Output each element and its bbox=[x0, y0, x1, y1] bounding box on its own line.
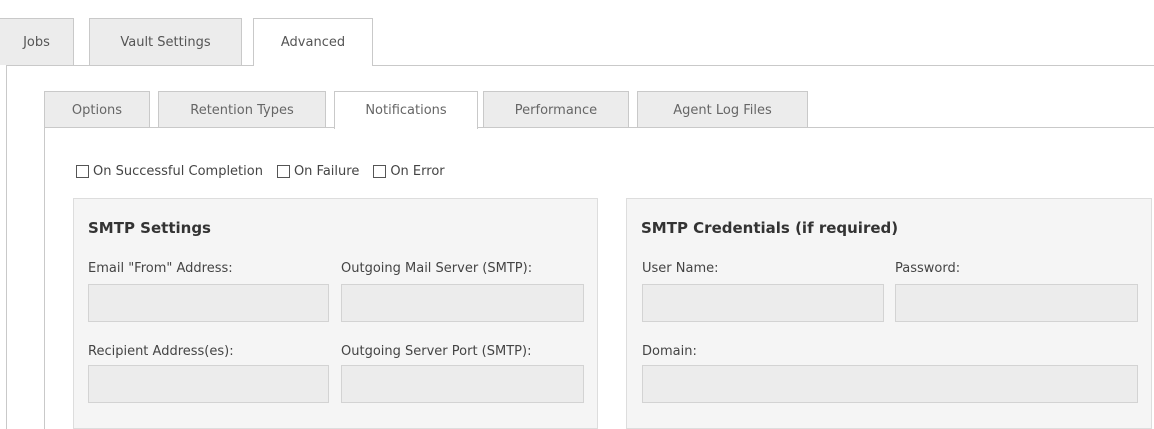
inner-tab-divider bbox=[44, 127, 1154, 128]
inner-content-border bbox=[44, 127, 45, 429]
mail-server-field[interactable] bbox=[341, 284, 584, 322]
password-label: Password: bbox=[895, 261, 961, 276]
email-from-field[interactable] bbox=[88, 284, 329, 322]
tab-notifications[interactable]: Notifications bbox=[334, 91, 478, 129]
outer-tab-divider bbox=[6, 65, 1154, 66]
checkbox-box[interactable] bbox=[276, 164, 290, 178]
checkbox-box[interactable] bbox=[76, 164, 89, 178]
domain-field[interactable] bbox=[642, 365, 1138, 403]
username-label: User Name: bbox=[642, 261, 719, 276]
checkbox-label: On Error bbox=[390, 163, 445, 179]
password-field[interactable] bbox=[895, 284, 1138, 322]
vault-settings-page: Jobs Vault Settings Advanced Options Ret… bbox=[0, 0, 1154, 429]
recipients-label: Recipient Address(es): bbox=[88, 344, 234, 359]
tab-agent-log-files[interactable]: Agent Log Files bbox=[637, 91, 808, 128]
checkbox-label: On Failure bbox=[293, 163, 360, 179]
tab-performance[interactable]: Performance bbox=[483, 91, 629, 128]
tab-options[interactable]: Options bbox=[44, 91, 150, 128]
server-port-label: Outgoing Server Port (SMTP): bbox=[341, 344, 532, 359]
username-field[interactable] bbox=[642, 284, 884, 322]
checkbox-label: On Successful Completion bbox=[93, 163, 263, 179]
smtp-credentials-panel: SMTP Credentials (if required) User Name… bbox=[626, 198, 1152, 429]
mail-server-label: Outgoing Mail Server (SMTP): bbox=[341, 261, 533, 276]
domain-label: Domain: bbox=[642, 344, 697, 359]
checkbox-box[interactable] bbox=[373, 164, 387, 178]
recipients-field[interactable] bbox=[88, 365, 329, 403]
outer-tab-strip: Jobs Vault Settings Advanced bbox=[0, 0, 1154, 66]
on-error-checkbox[interactable]: On Error bbox=[373, 163, 445, 179]
on-failure-checkbox[interactable]: On Failure bbox=[276, 163, 360, 179]
server-port-field[interactable] bbox=[341, 365, 584, 403]
on-successful-completion-checkbox[interactable]: On Successful Completion bbox=[76, 164, 263, 179]
tab-jobs[interactable]: Jobs bbox=[0, 18, 74, 65]
tab-advanced[interactable]: Advanced bbox=[253, 18, 373, 66]
email-from-label: Email "From" Address: bbox=[88, 261, 233, 276]
smtp-settings-panel: SMTP Settings Email "From" Address: Outg… bbox=[73, 198, 598, 429]
tab-vault-settings[interactable]: Vault Settings bbox=[89, 18, 242, 65]
smtp-credentials-title: SMTP Credentials (if required) bbox=[641, 219, 899, 237]
smtp-settings-title: SMTP Settings bbox=[88, 219, 211, 237]
tab-retention-types[interactable]: Retention Types bbox=[158, 91, 326, 128]
outer-content-border bbox=[6, 65, 7, 429]
notification-options: On Successful Completion On Failure On E… bbox=[76, 161, 459, 181]
